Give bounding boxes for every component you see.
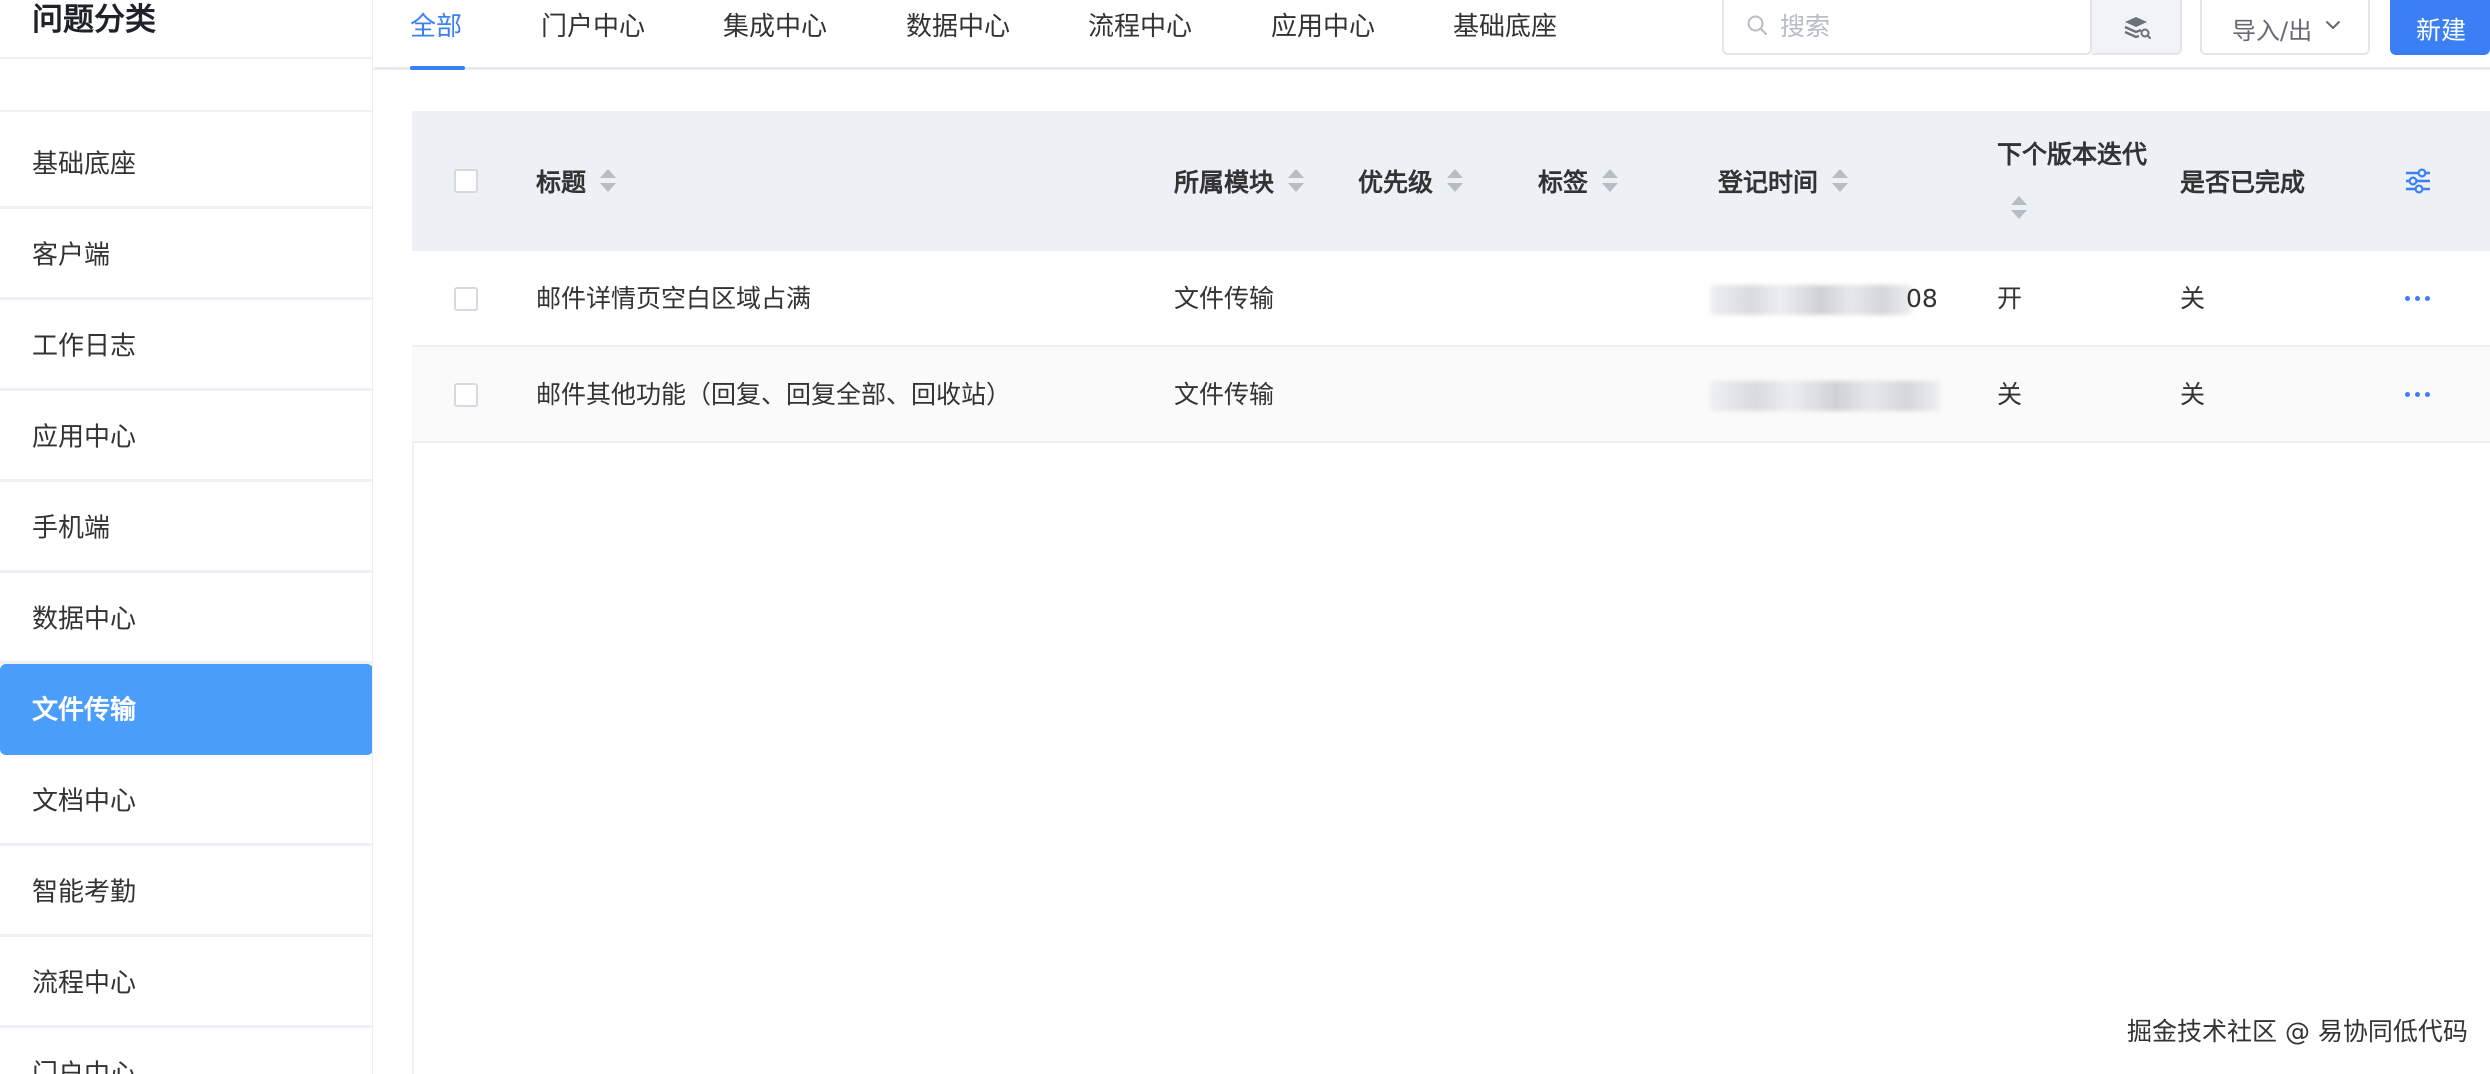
sidebar-item-client[interactable]: 客户端 <box>0 209 372 300</box>
cell-next-version: 开 <box>1997 284 2023 313</box>
active-tab-indicator <box>410 66 465 70</box>
sidebar-item-label: 手机端 <box>32 513 111 544</box>
search-icon <box>1747 15 1767 35</box>
cell-module: 文件传输 <box>1174 380 1275 409</box>
column-header-register-time[interactable]: 登记时间 <box>1718 111 1849 251</box>
sidebar-item-infrastructure[interactable]: 基础底座 <box>0 118 372 209</box>
sort-icon <box>1445 168 1464 194</box>
cell-register-time-suffix: 08 <box>1906 284 1938 313</box>
tab-infrastructure[interactable]: 基础底座 <box>1453 0 1557 70</box>
sidebar-item-file-transfer[interactable]: 文件传输 <box>0 664 372 755</box>
tab-all[interactable]: 全部 <box>410 0 462 70</box>
sidebar-list: 基础底座 客户端 工作日志 应用中心 手机端 数据中心 文件传输 文档中心 智能… <box>0 118 372 1074</box>
sidebar-item-portal-center[interactable]: 门户中心 <box>0 1028 372 1074</box>
import-export-dropdown[interactable]: 导入/出 <box>2200 0 2370 55</box>
table-empty-area <box>412 443 2490 1074</box>
database-search-icon <box>2124 17 2151 39</box>
sidebar-item-mobile[interactable]: 手机端 <box>0 482 372 573</box>
tab-portal-center[interactable]: 门户中心 <box>541 0 645 70</box>
cell-title: 邮件其他功能（回复、回复全部、回收站） <box>536 380 1012 409</box>
new-button[interactable]: 新建 <box>2390 0 2490 55</box>
column-header-title[interactable]: 标题 <box>536 111 617 251</box>
issues-table: 标题 所属模块 优先级 标签 登记时间 下个版本迭代 是否已完成 邮件详情页空白… <box>412 111 2490 443</box>
watermark: 掘金技术社区 @ 易协同低代码 <box>2127 1017 2468 1046</box>
search-input[interactable] <box>1780 8 2000 44</box>
sidebar-item-label: 工作日志 <box>32 331 137 362</box>
column-header-next-version[interactable]: 下个版本迭代 <box>1997 129 2147 233</box>
sidebar-item-label: 智能考勤 <box>32 877 137 908</box>
cell-completed: 关 <box>2180 380 2206 409</box>
sidebar-item-label: 客户端 <box>32 240 111 271</box>
sidebar-divider <box>0 57 372 59</box>
select-all-checkbox[interactable] <box>454 169 478 193</box>
sidebar-item-data-center[interactable]: 数据中心 <box>0 573 372 664</box>
redacted-register-time <box>1710 285 1912 315</box>
import-export-label: 导入/出 <box>2232 17 2313 45</box>
cell-module: 文件传输 <box>1174 284 1275 313</box>
sidebar-item-doc-center[interactable]: 文档中心 <box>0 755 372 846</box>
table-row[interactable]: 邮件详情页空白区域占满 文件传输 08 开 关 <box>412 251 2490 347</box>
column-header-priority[interactable]: 优先级 <box>1358 111 1464 251</box>
column-header-module[interactable]: 所属模块 <box>1174 111 1305 251</box>
row-checkbox[interactable] <box>454 287 478 311</box>
more-icon[interactable] <box>2405 296 2431 302</box>
tab-workflow-center[interactable]: 流程中心 <box>1088 0 1192 70</box>
sidebar-item-attendance[interactable]: 智能考勤 <box>0 846 372 937</box>
sidebar-item-label: 应用中心 <box>32 422 137 453</box>
chevron-down-icon <box>2326 21 2340 29</box>
tab-data-center[interactable]: 数据中心 <box>906 0 1010 70</box>
sidebar-item-label: 文件传输 <box>32 695 137 726</box>
sidebar-item-label: 基础底座 <box>32 149 137 180</box>
more-icon[interactable] <box>2405 392 2431 398</box>
new-button-label: 新建 <box>2416 16 2467 45</box>
sort-icon <box>1286 168 1305 194</box>
sidebar-item-worklog[interactable]: 工作日志 <box>0 300 372 391</box>
sort-icon <box>1830 168 1849 194</box>
cell-completed: 关 <box>2180 284 2206 313</box>
sidebar-item-label: 文档中心 <box>32 786 137 817</box>
sidebar-item-label: 数据中心 <box>32 604 137 635</box>
sidebar-item-app-center[interactable]: 应用中心 <box>0 391 372 482</box>
sort-icon <box>2009 195 2027 221</box>
sidebar-item-label: 门户中心 <box>32 1054 136 1074</box>
search-box <box>1722 0 2092 55</box>
sort-icon <box>1600 168 1619 194</box>
cell-title: 邮件详情页空白区域占满 <box>536 284 812 313</box>
sort-icon <box>598 168 617 194</box>
column-header-completed[interactable]: 是否已完成 <box>2180 111 2305 251</box>
sidebar-spacer <box>0 60 372 112</box>
table-row[interactable]: 邮件其他功能（回复、回复全部、回收站） 文件传输 关 关 <box>412 347 2490 443</box>
table-header: 标题 所属模块 优先级 标签 登记时间 下个版本迭代 是否已完成 <box>412 111 2490 251</box>
advanced-search-button[interactable] <box>2092 0 2182 55</box>
redacted-register-time <box>1710 381 1940 411</box>
column-settings-icon[interactable] <box>2404 168 2432 194</box>
row-checkbox[interactable] <box>454 383 478 407</box>
column-header-tag[interactable]: 标签 <box>1538 111 1619 251</box>
sidebar-item-workflow-center[interactable]: 流程中心 <box>0 937 372 1028</box>
sidebar: 问题分类 基础底座 客户端 工作日志 应用中心 手机端 数据中心 文件传输 文档… <box>0 0 373 1074</box>
tab-integration-center[interactable]: 集成中心 <box>723 0 827 70</box>
tab-app-center[interactable]: 应用中心 <box>1271 0 1375 70</box>
sidebar-title: 问题分类 <box>32 2 156 38</box>
cell-next-version: 关 <box>1997 380 2023 409</box>
sidebar-item-label: 流程中心 <box>32 968 137 999</box>
